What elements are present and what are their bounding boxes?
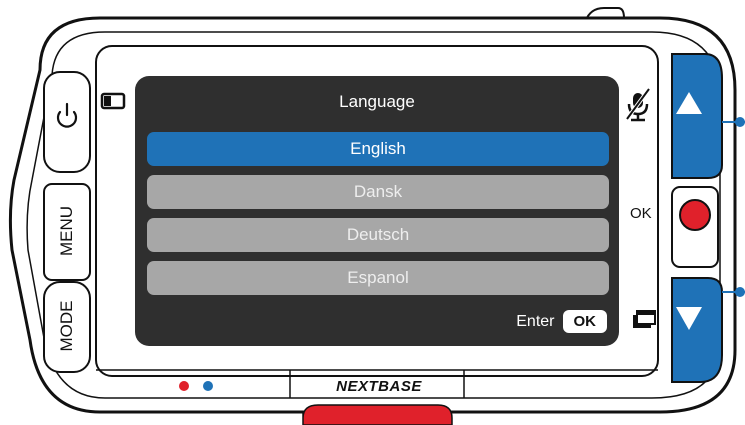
language-list: English Dansk Deutsch Espanol bbox=[147, 132, 609, 304]
screen-icon bbox=[100, 92, 126, 110]
down-button[interactable] bbox=[671, 277, 723, 383]
enter-hint: Enter OK bbox=[516, 310, 607, 333]
menu-screen: Language English Dansk Deutsch Espanol E… bbox=[135, 76, 619, 346]
blue-led bbox=[203, 381, 213, 391]
menu-button-label: MENU bbox=[57, 205, 76, 257]
record-icon bbox=[679, 199, 711, 231]
enter-label: Enter bbox=[516, 312, 555, 330]
record-button[interactable] bbox=[671, 186, 719, 268]
page-title: Language bbox=[339, 92, 415, 111]
mode-button-label: MODE bbox=[57, 300, 76, 352]
brand-logo: NEXTBASE bbox=[336, 378, 422, 395]
ok-key-hint: OK bbox=[562, 310, 607, 333]
ok-side-label: OK bbox=[630, 205, 652, 222]
power-button[interactable] bbox=[43, 71, 91, 173]
red-led bbox=[179, 381, 189, 391]
language-option-espanol[interactable]: Espanol bbox=[147, 261, 609, 295]
language-option-english[interactable]: English bbox=[147, 132, 609, 166]
language-option-dansk[interactable]: Dansk bbox=[147, 175, 609, 209]
up-button[interactable] bbox=[671, 53, 723, 179]
language-option-deutsch[interactable]: Deutsch bbox=[147, 218, 609, 252]
